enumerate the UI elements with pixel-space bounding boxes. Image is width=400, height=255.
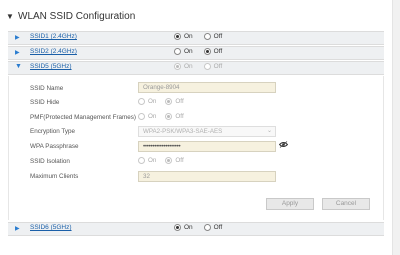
cancel-button[interactable]: Cancel [322, 198, 370, 210]
radio-selected[interactable] [174, 33, 181, 40]
section-header[interactable]: ▼ WLAN SSID Configuration [6, 8, 135, 24]
triangle-down-icon[interactable]: ▼ [6, 12, 18, 21]
maximum-clients-input[interactable]: 32 [138, 171, 276, 182]
radio-selected[interactable] [203, 48, 211, 55]
ssid-row-ssid5: ▼ SSID5 (5GHz) On Off [8, 61, 384, 75]
wpa-passphrase-label: WPA Passphrase [30, 143, 79, 150]
ssid-row-ssid2: ▶ SSID2 (2.4GHz) On Off [8, 46, 384, 60]
ssid6-radio-group: On Off [174, 224, 222, 231]
radio-unselected[interactable] [138, 98, 145, 105]
ssid2-radio-group: On Off [174, 48, 222, 55]
ssid6-link[interactable]: SSID6 (5GHz) [30, 224, 72, 231]
eye-toggle-icon[interactable] [279, 141, 288, 148]
ssid-hide-radio-group: On Off [138, 98, 184, 105]
triangle-right-icon[interactable]: ▶ [15, 225, 20, 232]
ssid5-radio-group: On Off [174, 63, 222, 70]
pmf-off-option[interactable]: Off [165, 113, 184, 120]
ssid6-on-option[interactable]: On [174, 224, 193, 231]
pmf-on-option[interactable]: On [138, 113, 156, 120]
ssid-row-ssid1: ▶ SSID1 (2.4GHz) On Off [8, 31, 384, 45]
ssid-isolation-label: SSID Isolation [30, 158, 70, 165]
radio-selected[interactable] [165, 98, 173, 105]
isolation-on-option[interactable]: On [138, 157, 156, 164]
radio-unselected[interactable] [138, 157, 145, 164]
ssid2-on-option[interactable]: On [174, 48, 193, 55]
radio-selected[interactable] [174, 63, 181, 70]
encryption-type-label: Encryption Type [30, 128, 76, 135]
triangle-right-icon[interactable]: ▶ [15, 34, 20, 41]
radio-selected[interactable] [165, 113, 173, 120]
scrollbar[interactable] [392, 0, 400, 255]
pmf-label: PMF(Protected Management Frames) [30, 114, 137, 121]
ssid-hide-off-option[interactable]: Off [165, 98, 184, 105]
ssid-row-ssid6: ▶ SSID6 (5GHz) On Off [8, 222, 384, 236]
radio-unselected[interactable] [203, 63, 211, 70]
radio-unselected[interactable] [174, 48, 181, 55]
ssid2-off-option[interactable]: Off [203, 48, 222, 55]
wpa-passphrase-input[interactable]: •••••••••••••••••••• [138, 141, 276, 152]
isolation-off-option[interactable]: Off [165, 157, 184, 164]
ssid2-link[interactable]: SSID2 (2.4GHz) [30, 48, 77, 55]
ssid5-off-option[interactable]: Off [203, 63, 222, 70]
pmf-radio-group: On Off [138, 113, 184, 120]
triangle-right-icon[interactable]: ▶ [15, 49, 20, 56]
ssid-name-label: SSID Name [30, 85, 64, 92]
ssid1-off-option[interactable]: Off [203, 33, 222, 40]
radio-unselected[interactable] [138, 113, 145, 120]
radio-selected[interactable] [165, 157, 173, 164]
ssid-hide-label: SSID Hide [30, 99, 60, 106]
ssid-name-input[interactable]: Orange-8904 [138, 82, 276, 93]
radio-unselected[interactable] [203, 224, 211, 231]
apply-button[interactable]: Apply [266, 198, 314, 210]
ssid5-link[interactable]: SSID5 (5GHz) [30, 63, 72, 70]
radio-unselected[interactable] [203, 33, 211, 40]
maximum-clients-label: Maximum Clients [30, 173, 79, 180]
ssid5-on-option[interactable]: On [174, 63, 193, 70]
ssid6-off-option[interactable]: Off [203, 224, 222, 231]
radio-selected[interactable] [174, 224, 181, 231]
encryption-type-select[interactable]: WPA2-PSK/WPA3-SAE-AES ⌄ [138, 126, 276, 137]
encryption-type-value: WPA2-PSK/WPA3-SAE-AES [143, 128, 223, 135]
ssid1-radio-group: On Off [174, 33, 222, 40]
triangle-down-icon[interactable]: ▼ [15, 63, 22, 70]
ssid-hide-on-option[interactable]: On [138, 98, 156, 105]
chevron-down-icon: ⌄ [266, 128, 272, 134]
ssid1-on-option[interactable]: On [174, 33, 193, 40]
ssid1-link[interactable]: SSID1 (2.4GHz) [30, 33, 77, 40]
section-title: WLAN SSID Configuration [18, 10, 136, 22]
ssid-isolation-radio-group: On Off [138, 157, 184, 164]
